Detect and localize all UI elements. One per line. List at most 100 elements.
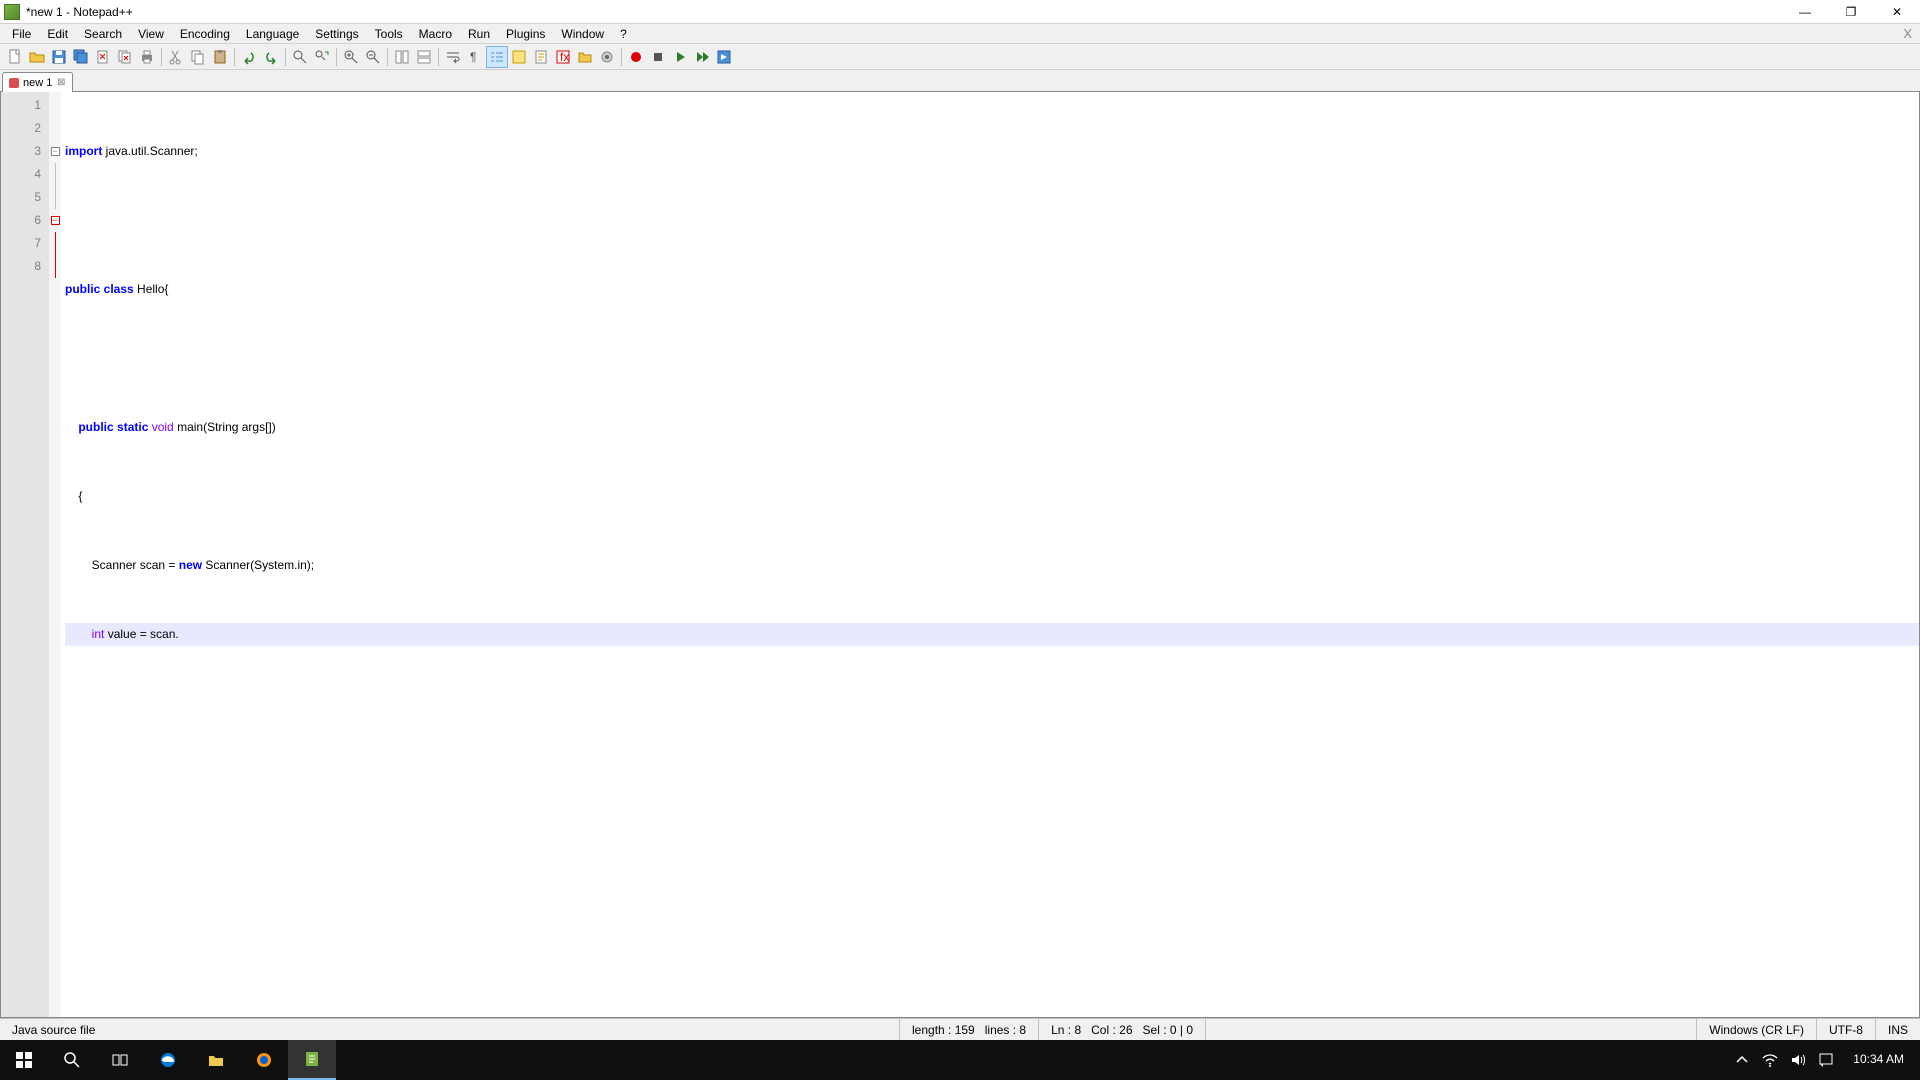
save-button[interactable] [48, 46, 70, 68]
tab-close-button[interactable]: ⊠ [56, 78, 66, 88]
fold-toggle[interactable]: − [51, 147, 60, 156]
app-icon [4, 4, 20, 20]
doc-map-button[interactable] [530, 46, 552, 68]
fold-toggle[interactable]: − [51, 216, 60, 225]
play-macro-button[interactable] [669, 46, 691, 68]
line-number: 6 [1, 209, 41, 232]
show-all-chars-button[interactable]: ¶ [464, 46, 486, 68]
notifications-icon[interactable] [1817, 1051, 1835, 1069]
svg-text:fx: fx [560, 50, 569, 64]
line-number: 8 [1, 255, 41, 278]
file-explorer-taskbar-icon[interactable] [192, 1040, 240, 1080]
copy-button[interactable] [187, 46, 209, 68]
user-lang-button[interactable] [508, 46, 530, 68]
tray-chevron-icon[interactable] [1733, 1051, 1751, 1069]
code-text: java.util.Scanner; [102, 144, 197, 158]
paste-button[interactable] [209, 46, 231, 68]
firefox-taskbar-icon[interactable] [240, 1040, 288, 1080]
code-text: value = scan. [104, 627, 178, 641]
undo-button[interactable] [238, 46, 260, 68]
code-text: { [65, 489, 82, 503]
type: void [148, 420, 173, 434]
svg-text:¶: ¶ [470, 50, 476, 64]
keyword: import [65, 144, 102, 158]
separator [336, 48, 337, 66]
maximize-button[interactable]: ❐ [1828, 0, 1874, 24]
menu-macro[interactable]: Macro [411, 25, 460, 43]
menu-bar: File Edit Search View Encoding Language … [0, 24, 1920, 44]
menu-language[interactable]: Language [238, 25, 307, 43]
code-text: Scanner scan = [65, 558, 179, 572]
menu-run[interactable]: Run [460, 25, 498, 43]
wordwrap-button[interactable] [442, 46, 464, 68]
line-number: 2 [1, 117, 41, 140]
indent-guide-button[interactable] [486, 46, 508, 68]
wifi-icon[interactable] [1761, 1051, 1779, 1069]
status-position: Ln : 8 Col : 26 Sel : 0 | 0 [1039, 1019, 1206, 1040]
menu-search[interactable]: Search [76, 25, 130, 43]
folder-workspace-button[interactable] [574, 46, 596, 68]
play-multi-button[interactable] [691, 46, 713, 68]
menu-file[interactable]: File [4, 25, 39, 43]
fold-line [55, 232, 56, 255]
cut-button[interactable] [165, 46, 187, 68]
open-file-button[interactable] [26, 46, 48, 68]
keyword: public [65, 282, 100, 296]
taskbar-clock[interactable]: 10:34 AM [1845, 1053, 1912, 1066]
print-button[interactable] [136, 46, 158, 68]
new-file-button[interactable] [4, 46, 26, 68]
separator [285, 48, 286, 66]
system-tray: 10:34 AM [1725, 1051, 1920, 1069]
find-button[interactable] [289, 46, 311, 68]
windows-taskbar: 10:34 AM [0, 1040, 1920, 1080]
code-area[interactable]: import java.util.Scanner; public class H… [61, 92, 1919, 1017]
minimize-button[interactable]: — [1782, 0, 1828, 24]
monitoring-button[interactable] [596, 46, 618, 68]
func-list-button[interactable]: fx [552, 46, 574, 68]
line-number: 1 [1, 94, 41, 117]
save-all-button[interactable] [70, 46, 92, 68]
notepadpp-taskbar-icon[interactable] [288, 1040, 336, 1080]
task-view-button[interactable] [96, 1040, 144, 1080]
start-button[interactable] [0, 1040, 48, 1080]
zoom-in-button[interactable] [340, 46, 362, 68]
stop-macro-button[interactable] [647, 46, 669, 68]
window-controls: — ❐ ✕ [1782, 0, 1920, 24]
line-number-gutter: 1 2 3 4 5 6 7 8 [1, 92, 49, 1017]
menu-encoding[interactable]: Encoding [172, 25, 238, 43]
fold-line [55, 255, 56, 278]
editor: 1 2 3 4 5 6 7 8 − − import java.util.Sca… [0, 92, 1920, 1018]
menu-window[interactable]: Window [553, 25, 612, 43]
tab-new1[interactable]: new 1 ⊠ [2, 72, 73, 92]
line-number: 7 [1, 232, 41, 255]
close-button-tb[interactable] [92, 46, 114, 68]
status-eol[interactable]: Windows (CR LF) [1697, 1019, 1817, 1040]
code-text [65, 420, 78, 434]
sync-v-button[interactable] [391, 46, 413, 68]
save-macro-button[interactable] [713, 46, 735, 68]
status-length: length : 159 lines : 8 [900, 1019, 1039, 1040]
edge-taskbar-icon[interactable] [144, 1040, 192, 1080]
sync-h-button[interactable] [413, 46, 435, 68]
search-button[interactable] [48, 1040, 96, 1080]
separator [234, 48, 235, 66]
document-close-x[interactable]: X [1895, 26, 1920, 41]
menu-settings[interactable]: Settings [307, 25, 366, 43]
close-all-button[interactable] [114, 46, 136, 68]
separator [438, 48, 439, 66]
menu-edit[interactable]: Edit [39, 25, 76, 43]
status-encoding[interactable]: UTF-8 [1817, 1019, 1876, 1040]
close-button[interactable]: ✕ [1874, 0, 1920, 24]
replace-button[interactable] [311, 46, 333, 68]
status-insert-mode[interactable]: INS [1876, 1019, 1920, 1040]
zoom-out-button[interactable] [362, 46, 384, 68]
redo-button[interactable] [260, 46, 282, 68]
menu-view[interactable]: View [130, 25, 172, 43]
record-macro-button[interactable] [625, 46, 647, 68]
menu-help[interactable]: ? [612, 25, 635, 43]
menu-plugins[interactable]: Plugins [498, 25, 553, 43]
volume-icon[interactable] [1789, 1051, 1807, 1069]
window-titlebar: *new 1 - Notepad++ — ❐ ✕ [0, 0, 1920, 24]
menu-tools[interactable]: Tools [367, 25, 411, 43]
status-spacer [1206, 1019, 1697, 1040]
